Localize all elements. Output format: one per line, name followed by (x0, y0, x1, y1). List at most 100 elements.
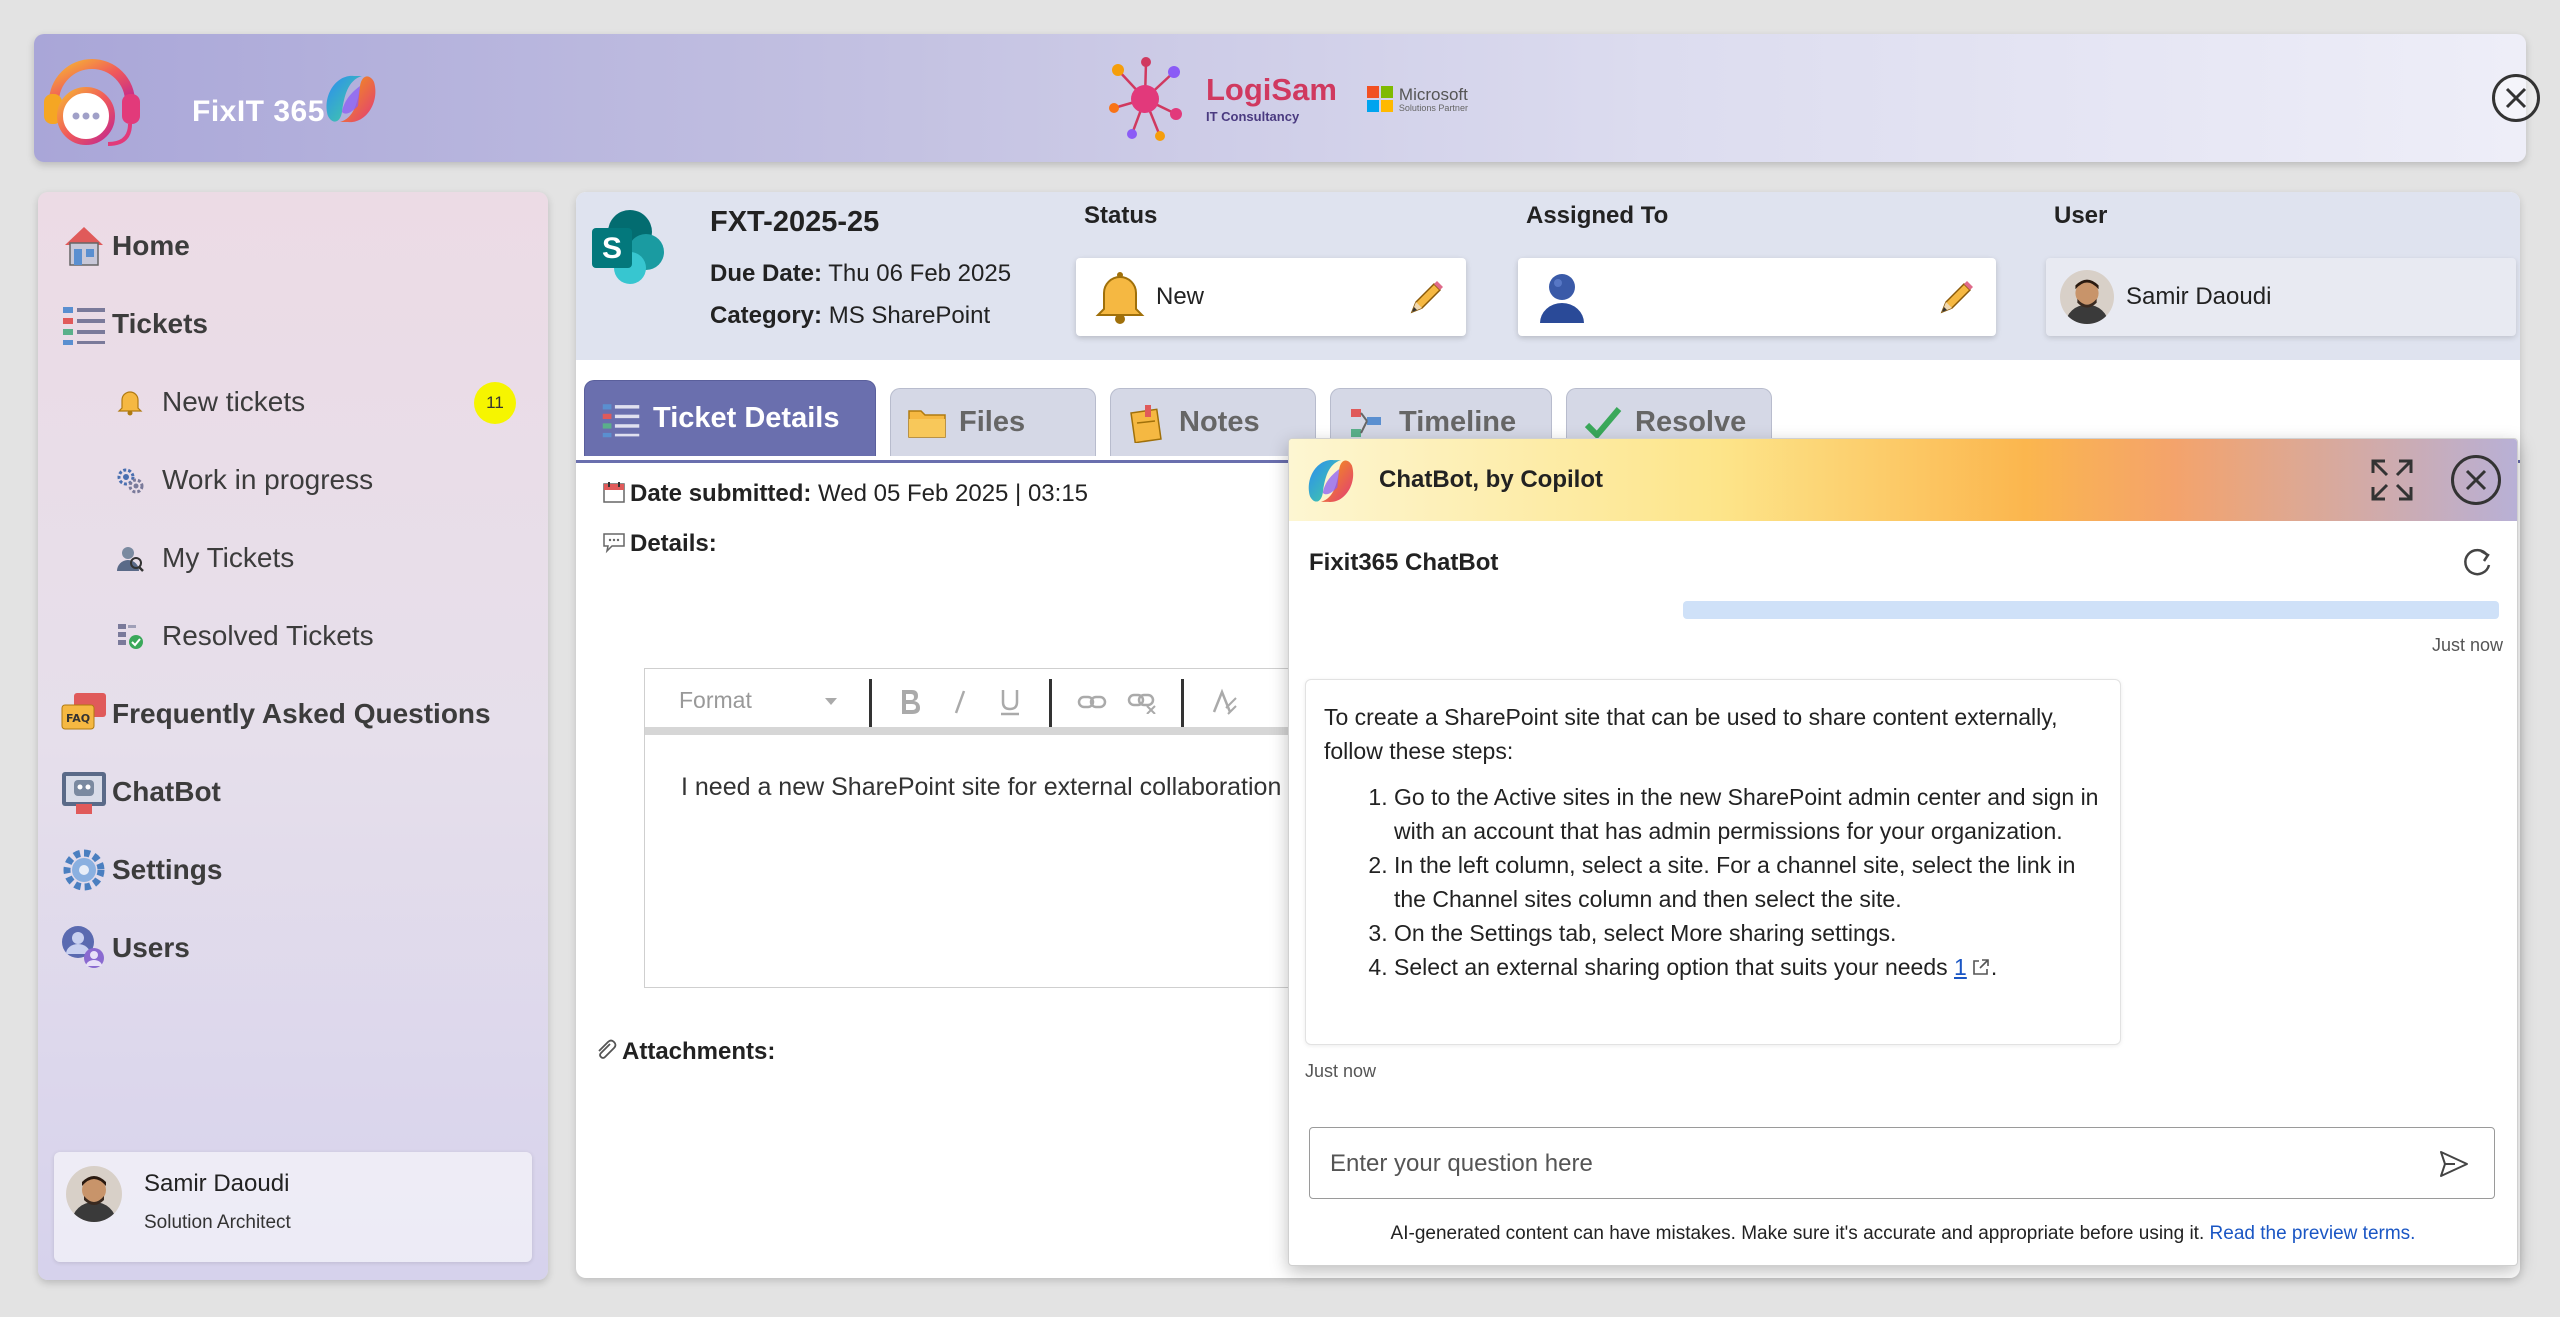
question-input[interactable] (1330, 1144, 2410, 1184)
citation-link[interactable]: 1 (1954, 954, 1967, 980)
assigned-to-field[interactable] (1518, 258, 1996, 336)
ticket-category: Category: MS SharePoint (710, 302, 991, 329)
avatar (66, 1166, 122, 1222)
sidebar: Home Tickets New tickets 11 Work in prog… (38, 192, 548, 1280)
logisam-icon (1109, 57, 1182, 141)
sidebar-item-label: My Tickets (162, 542, 295, 573)
details-text[interactable]: I need a new SharePoint site for externa… (681, 773, 1281, 802)
user-value: Samir Daoudi (2126, 283, 2272, 310)
send-icon[interactable] (2438, 1148, 2470, 1180)
sidebar-item-chatbot[interactable]: ChatBot (60, 762, 221, 822)
details-editor[interactable]: Format I need a new SharePoint site for … (644, 668, 1364, 988)
user-label: User (2054, 202, 2108, 229)
app-header: FixIT 365 LogiSam IT Consultancy Microso… (34, 34, 2540, 162)
headset-chat-icon (44, 59, 140, 146)
copilot-icon[interactable] (318, 66, 384, 132)
external-link-icon (1973, 959, 1989, 975)
current-user-card[interactable]: Samir Daoudi Solution Architect (54, 1152, 532, 1262)
sidebar-item-resolved-tickets[interactable]: Resolved Tickets (110, 606, 374, 666)
sidebar-item-label: Home (112, 230, 190, 261)
sidebar-item-my-tickets[interactable]: My Tickets (110, 528, 294, 588)
details-label: Details: (602, 530, 717, 558)
bold-button[interactable] (893, 685, 927, 719)
ticket-id: FXT-2025-25 (710, 206, 880, 238)
paperclip-icon (598, 1039, 617, 1059)
expand-icon[interactable] (2369, 457, 2415, 503)
chatbot-close-button[interactable] (2451, 455, 2501, 505)
bot-steps-list: Go to the Active sites in the new ShareP… (1324, 780, 2102, 984)
list-item: On the Settings tab, select More sharing… (1394, 916, 2102, 950)
italic-button[interactable] (943, 685, 977, 719)
sidebar-item-label: Tickets (112, 308, 208, 339)
ms-line1: Microsoft (1398, 84, 1468, 104)
format-dropdown[interactable]: Format (679, 687, 752, 714)
tab-notes[interactable]: Notes (1110, 388, 1316, 456)
sidebar-item-label: New tickets (162, 386, 306, 417)
partner-subtitle: IT Consultancy (1206, 109, 1300, 124)
gears-icon (110, 460, 150, 500)
resolved-icon (110, 616, 150, 656)
chatbot-window: ChatBot, by Copilot Fixit365 ChatBot Jus… (1288, 438, 2518, 1266)
app-name: FixIT 365 (192, 95, 325, 128)
bold-icon (902, 690, 920, 714)
sidebar-item-work-in-progress[interactable]: Work in progress (110, 450, 373, 510)
new-tickets-count-badge: 11 (474, 382, 516, 424)
underline-button[interactable] (993, 685, 1027, 719)
unlink-icon (1127, 693, 1156, 714)
preview-terms-link[interactable]: Read the preview terms. (2210, 1223, 2416, 1244)
ticket-due-date: Due Date: Thu 06 Feb 2025 (710, 260, 1012, 287)
refresh-icon[interactable] (2459, 545, 2495, 581)
sidebar-item-tickets[interactable]: Tickets (60, 294, 208, 354)
tab-ticket-details[interactable]: Ticket Details (584, 380, 876, 456)
ms-line2: Solutions Partner (1398, 102, 1468, 113)
sidebar-item-faq[interactable]: FAQ Frequently Asked Questions (60, 684, 491, 744)
calendar-icon (603, 482, 625, 503)
sidebar-item-users[interactable]: Users (60, 918, 190, 978)
underline-icon (1001, 690, 1019, 716)
assigned-to-label: Assigned To (1526, 202, 1669, 229)
user-field: Samir Daoudi (2046, 258, 2516, 336)
chatbot-title: ChatBot, by Copilot (1379, 466, 1603, 493)
chevron-down-icon (825, 698, 837, 705)
bot-message-bubble: To create a SharePoint site that can be … (1305, 679, 2121, 1045)
sidebar-item-label: ChatBot (112, 776, 221, 807)
microsoft-partner-badge: Microsoft Solutions Partner (1366, 84, 1468, 113)
tab-files[interactable]: Files (890, 388, 1096, 456)
person-icon (1532, 267, 1592, 327)
partner-name: LogiSam (1206, 72, 1337, 107)
pencil-icon[interactable] (1406, 278, 1446, 318)
unlink-button[interactable] (1125, 685, 1159, 719)
folder-icon (905, 401, 949, 445)
sidebar-item-settings[interactable]: Settings (60, 840, 222, 900)
link-button[interactable] (1075, 685, 1109, 719)
current-user-name: Samir Daoudi (144, 1170, 290, 1197)
date-submitted: Date submitted: Wed 05 Feb 2025 | 03:15 (602, 480, 1088, 508)
bell-icon (110, 382, 150, 422)
user-message-bubble (1683, 601, 2499, 619)
status-label: Status (1084, 202, 1158, 229)
list-item: Select an external sharing option that s… (1394, 950, 2102, 984)
clear-format-icon (1212, 688, 1237, 715)
status-field[interactable]: New (1076, 258, 1466, 336)
close-icon (2505, 87, 2527, 109)
bot-message-time: Just now (1305, 1061, 1377, 1081)
user-message-time: Just now (2431, 635, 2503, 655)
sidebar-item-home[interactable]: Home (60, 216, 190, 276)
sidebar-item-label: Resolved Tickets (162, 620, 374, 651)
sidebar-item-label: Users (112, 932, 190, 963)
list-item: In the left column, select a site. For a… (1394, 848, 2102, 916)
close-icon (2465, 469, 2487, 491)
sidebar-item-label: Settings (112, 854, 223, 885)
app-close-button[interactable] (2492, 74, 2540, 122)
person-search-icon (110, 538, 150, 578)
pencil-icon[interactable] (1936, 278, 1976, 318)
sidebar-item-label: Frequently Asked Questions (112, 698, 491, 729)
sidebar-item-new-tickets[interactable]: New tickets (110, 372, 305, 432)
clear-format-button[interactable] (1207, 685, 1241, 719)
microsoft-icon (1366, 86, 1393, 112)
sidebar-item-label: Work in progress (162, 464, 374, 495)
chatbot-name: Fixit365 ChatBot (1309, 549, 1499, 576)
chat-input-box[interactable] (1309, 1127, 2495, 1199)
avatar (2060, 270, 2114, 324)
status-value: New (1156, 283, 1205, 310)
